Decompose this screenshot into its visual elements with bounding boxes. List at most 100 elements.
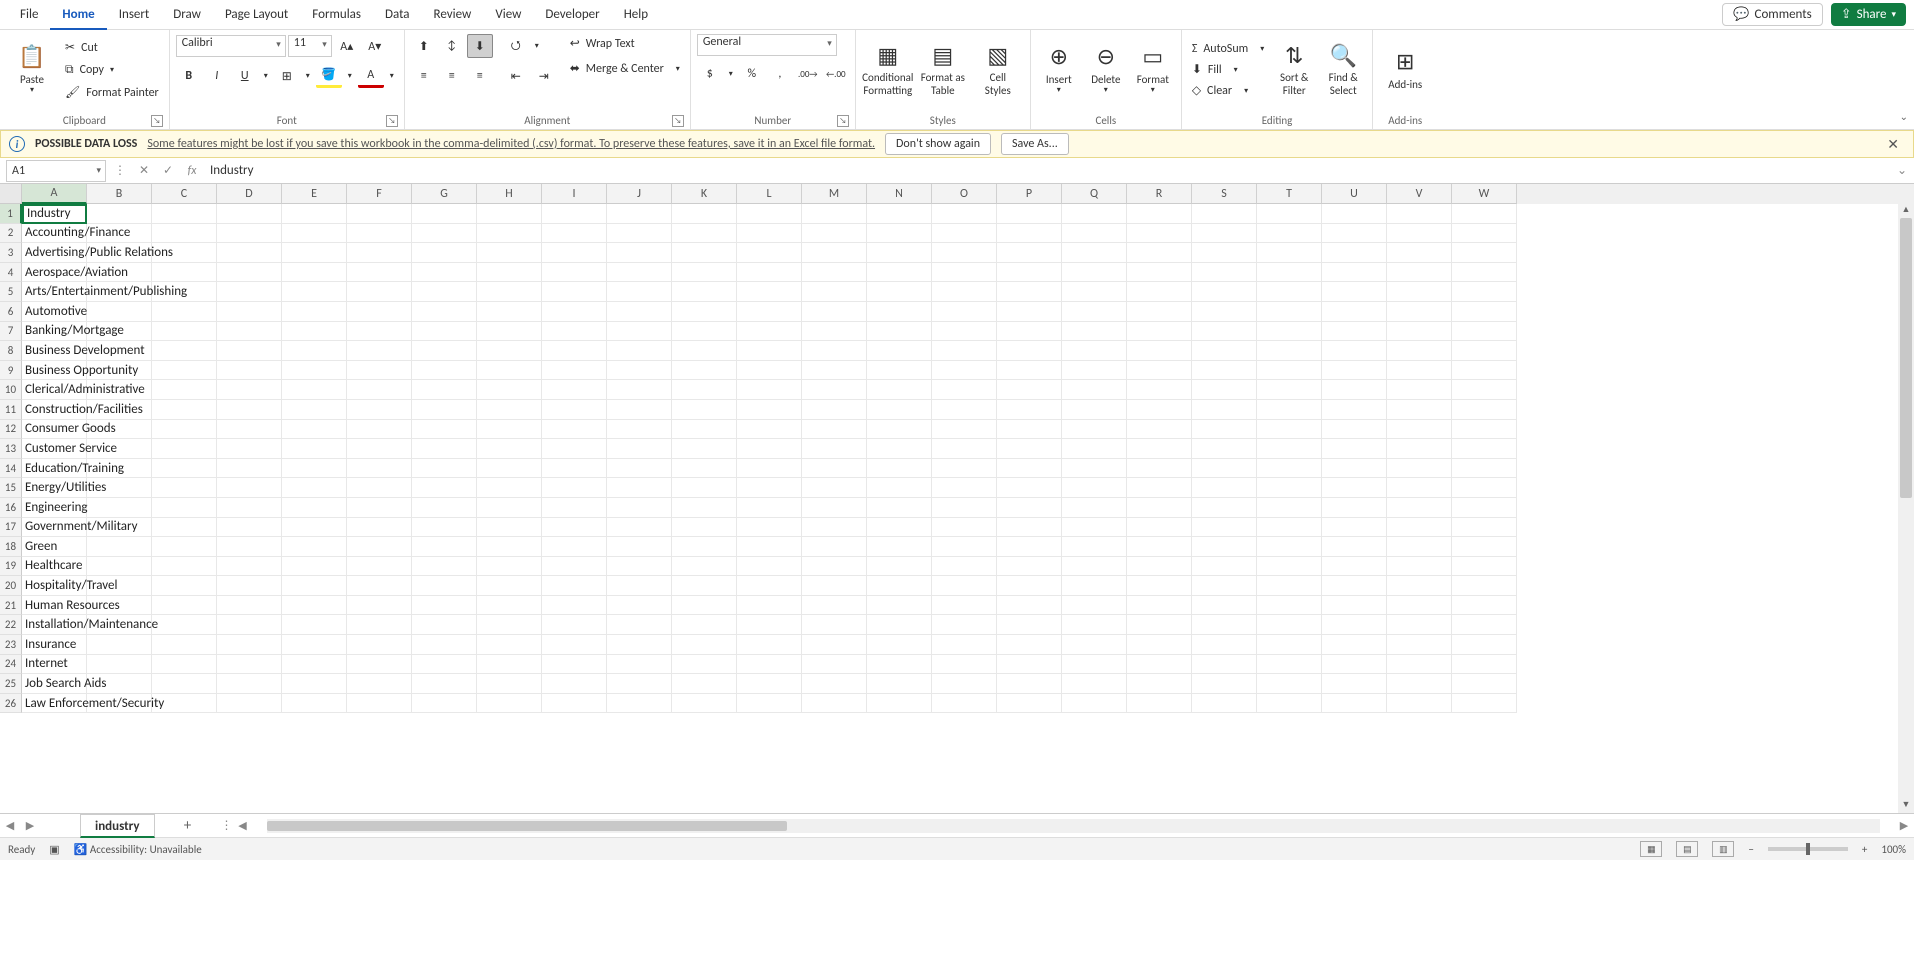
cell-A19[interactable]: Healthcare bbox=[22, 557, 87, 577]
cell-E20[interactable] bbox=[282, 576, 347, 596]
row-header-1[interactable]: 1 bbox=[0, 204, 22, 224]
cell-F1[interactable] bbox=[347, 204, 412, 224]
cell-L26[interactable] bbox=[737, 694, 802, 714]
cell-I12[interactable] bbox=[542, 420, 607, 440]
cell-V9[interactable] bbox=[1387, 361, 1452, 381]
cell-H10[interactable] bbox=[477, 380, 542, 400]
cell-G20[interactable] bbox=[412, 576, 477, 596]
row-header-12[interactable]: 12 bbox=[0, 420, 22, 440]
cell-N10[interactable] bbox=[867, 380, 932, 400]
cell-S21[interactable] bbox=[1192, 596, 1257, 616]
cell-C11[interactable] bbox=[152, 400, 217, 420]
cell-K25[interactable] bbox=[672, 674, 737, 694]
cell-I21[interactable] bbox=[542, 596, 607, 616]
cell-N24[interactable] bbox=[867, 655, 932, 675]
cell-G15[interactable] bbox=[412, 478, 477, 498]
cell-D2[interactable] bbox=[217, 224, 282, 244]
cell-H2[interactable] bbox=[477, 224, 542, 244]
cell-O10[interactable] bbox=[932, 380, 997, 400]
cell-W19[interactable] bbox=[1452, 557, 1517, 577]
cell-M10[interactable] bbox=[802, 380, 867, 400]
cell-U17[interactable] bbox=[1322, 518, 1387, 538]
cell-B6[interactable] bbox=[87, 302, 152, 322]
cell-C12[interactable] bbox=[152, 420, 217, 440]
cell-T18[interactable] bbox=[1257, 537, 1322, 557]
col-header-O[interactable]: O bbox=[932, 184, 997, 204]
cell-D3[interactable] bbox=[217, 243, 282, 263]
cell-E3[interactable] bbox=[282, 243, 347, 263]
cell-C22[interactable] bbox=[152, 615, 217, 635]
cell-C21[interactable] bbox=[152, 596, 217, 616]
cell-D5[interactable] bbox=[217, 282, 282, 302]
cell-F24[interactable] bbox=[347, 655, 412, 675]
save-as-button[interactable]: Save As... bbox=[1001, 133, 1069, 155]
row-header-21[interactable]: 21 bbox=[0, 596, 22, 616]
cell-H5[interactable] bbox=[477, 282, 542, 302]
cell-H11[interactable] bbox=[477, 400, 542, 420]
cell-K9[interactable] bbox=[672, 361, 737, 381]
cell-P5[interactable] bbox=[997, 282, 1062, 302]
cell-U9[interactable] bbox=[1322, 361, 1387, 381]
wrap-text-button[interactable]: ↩Wrap Text bbox=[566, 34, 684, 53]
cell-J26[interactable] bbox=[607, 694, 672, 714]
cell-T25[interactable] bbox=[1257, 674, 1322, 694]
col-header-U[interactable]: U bbox=[1322, 184, 1387, 204]
row-header-2[interactable]: 2 bbox=[0, 224, 22, 244]
cell-Q4[interactable] bbox=[1062, 263, 1127, 283]
cell-O6[interactable] bbox=[932, 302, 997, 322]
cell-F20[interactable] bbox=[347, 576, 412, 596]
cell-I14[interactable] bbox=[542, 459, 607, 479]
cell-I15[interactable] bbox=[542, 478, 607, 498]
cell-F16[interactable] bbox=[347, 498, 412, 518]
cell-G23[interactable] bbox=[412, 635, 477, 655]
cell-S7[interactable] bbox=[1192, 322, 1257, 342]
cell-F12[interactable] bbox=[347, 420, 412, 440]
cell-T13[interactable] bbox=[1257, 439, 1322, 459]
cell-N1[interactable] bbox=[867, 204, 932, 224]
cell-W22[interactable] bbox=[1452, 615, 1517, 635]
cell-W21[interactable] bbox=[1452, 596, 1517, 616]
tab-file[interactable]: File bbox=[8, 0, 50, 30]
cell-O7[interactable] bbox=[932, 322, 997, 342]
cell-F13[interactable] bbox=[347, 439, 412, 459]
cell-H16[interactable] bbox=[477, 498, 542, 518]
cell-V14[interactable] bbox=[1387, 459, 1452, 479]
collapse-ribbon-button[interactable]: ⌄ bbox=[1900, 110, 1908, 123]
cell-K11[interactable] bbox=[672, 400, 737, 420]
cell-F11[interactable] bbox=[347, 400, 412, 420]
cell-F4[interactable] bbox=[347, 263, 412, 283]
col-header-I[interactable]: I bbox=[542, 184, 607, 204]
fx-button[interactable]: fx bbox=[180, 160, 204, 182]
cell-D8[interactable] bbox=[217, 341, 282, 361]
cell-I13[interactable] bbox=[542, 439, 607, 459]
cell-S14[interactable] bbox=[1192, 459, 1257, 479]
cell-J20[interactable] bbox=[607, 576, 672, 596]
name-box[interactable]: A1 bbox=[6, 160, 106, 182]
cell-R2[interactable] bbox=[1127, 224, 1192, 244]
cut-button[interactable]: ✂Cut bbox=[61, 38, 163, 57]
cell-S12[interactable] bbox=[1192, 420, 1257, 440]
cell-G7[interactable] bbox=[412, 322, 477, 342]
col-header-R[interactable]: R bbox=[1127, 184, 1192, 204]
cell-N17[interactable] bbox=[867, 518, 932, 538]
cell-J1[interactable] bbox=[607, 204, 672, 224]
cell-V20[interactable] bbox=[1387, 576, 1452, 596]
cell-K10[interactable] bbox=[672, 380, 737, 400]
cell-T19[interactable] bbox=[1257, 557, 1322, 577]
cell-W5[interactable] bbox=[1452, 282, 1517, 302]
cell-I22[interactable] bbox=[542, 615, 607, 635]
cell-M14[interactable] bbox=[802, 459, 867, 479]
cell-L1[interactable] bbox=[737, 204, 802, 224]
cell-E25[interactable] bbox=[282, 674, 347, 694]
cell-K19[interactable] bbox=[672, 557, 737, 577]
cell-N21[interactable] bbox=[867, 596, 932, 616]
zoom-slider[interactable] bbox=[1768, 847, 1848, 851]
col-header-T[interactable]: T bbox=[1257, 184, 1322, 204]
row-header-9[interactable]: 9 bbox=[0, 361, 22, 381]
cell-V19[interactable] bbox=[1387, 557, 1452, 577]
cell-K23[interactable] bbox=[672, 635, 737, 655]
dont-show-again-button[interactable]: Don't show again bbox=[885, 133, 991, 155]
cell-T23[interactable] bbox=[1257, 635, 1322, 655]
col-header-V[interactable]: V bbox=[1387, 184, 1452, 204]
cell-H17[interactable] bbox=[477, 518, 542, 538]
